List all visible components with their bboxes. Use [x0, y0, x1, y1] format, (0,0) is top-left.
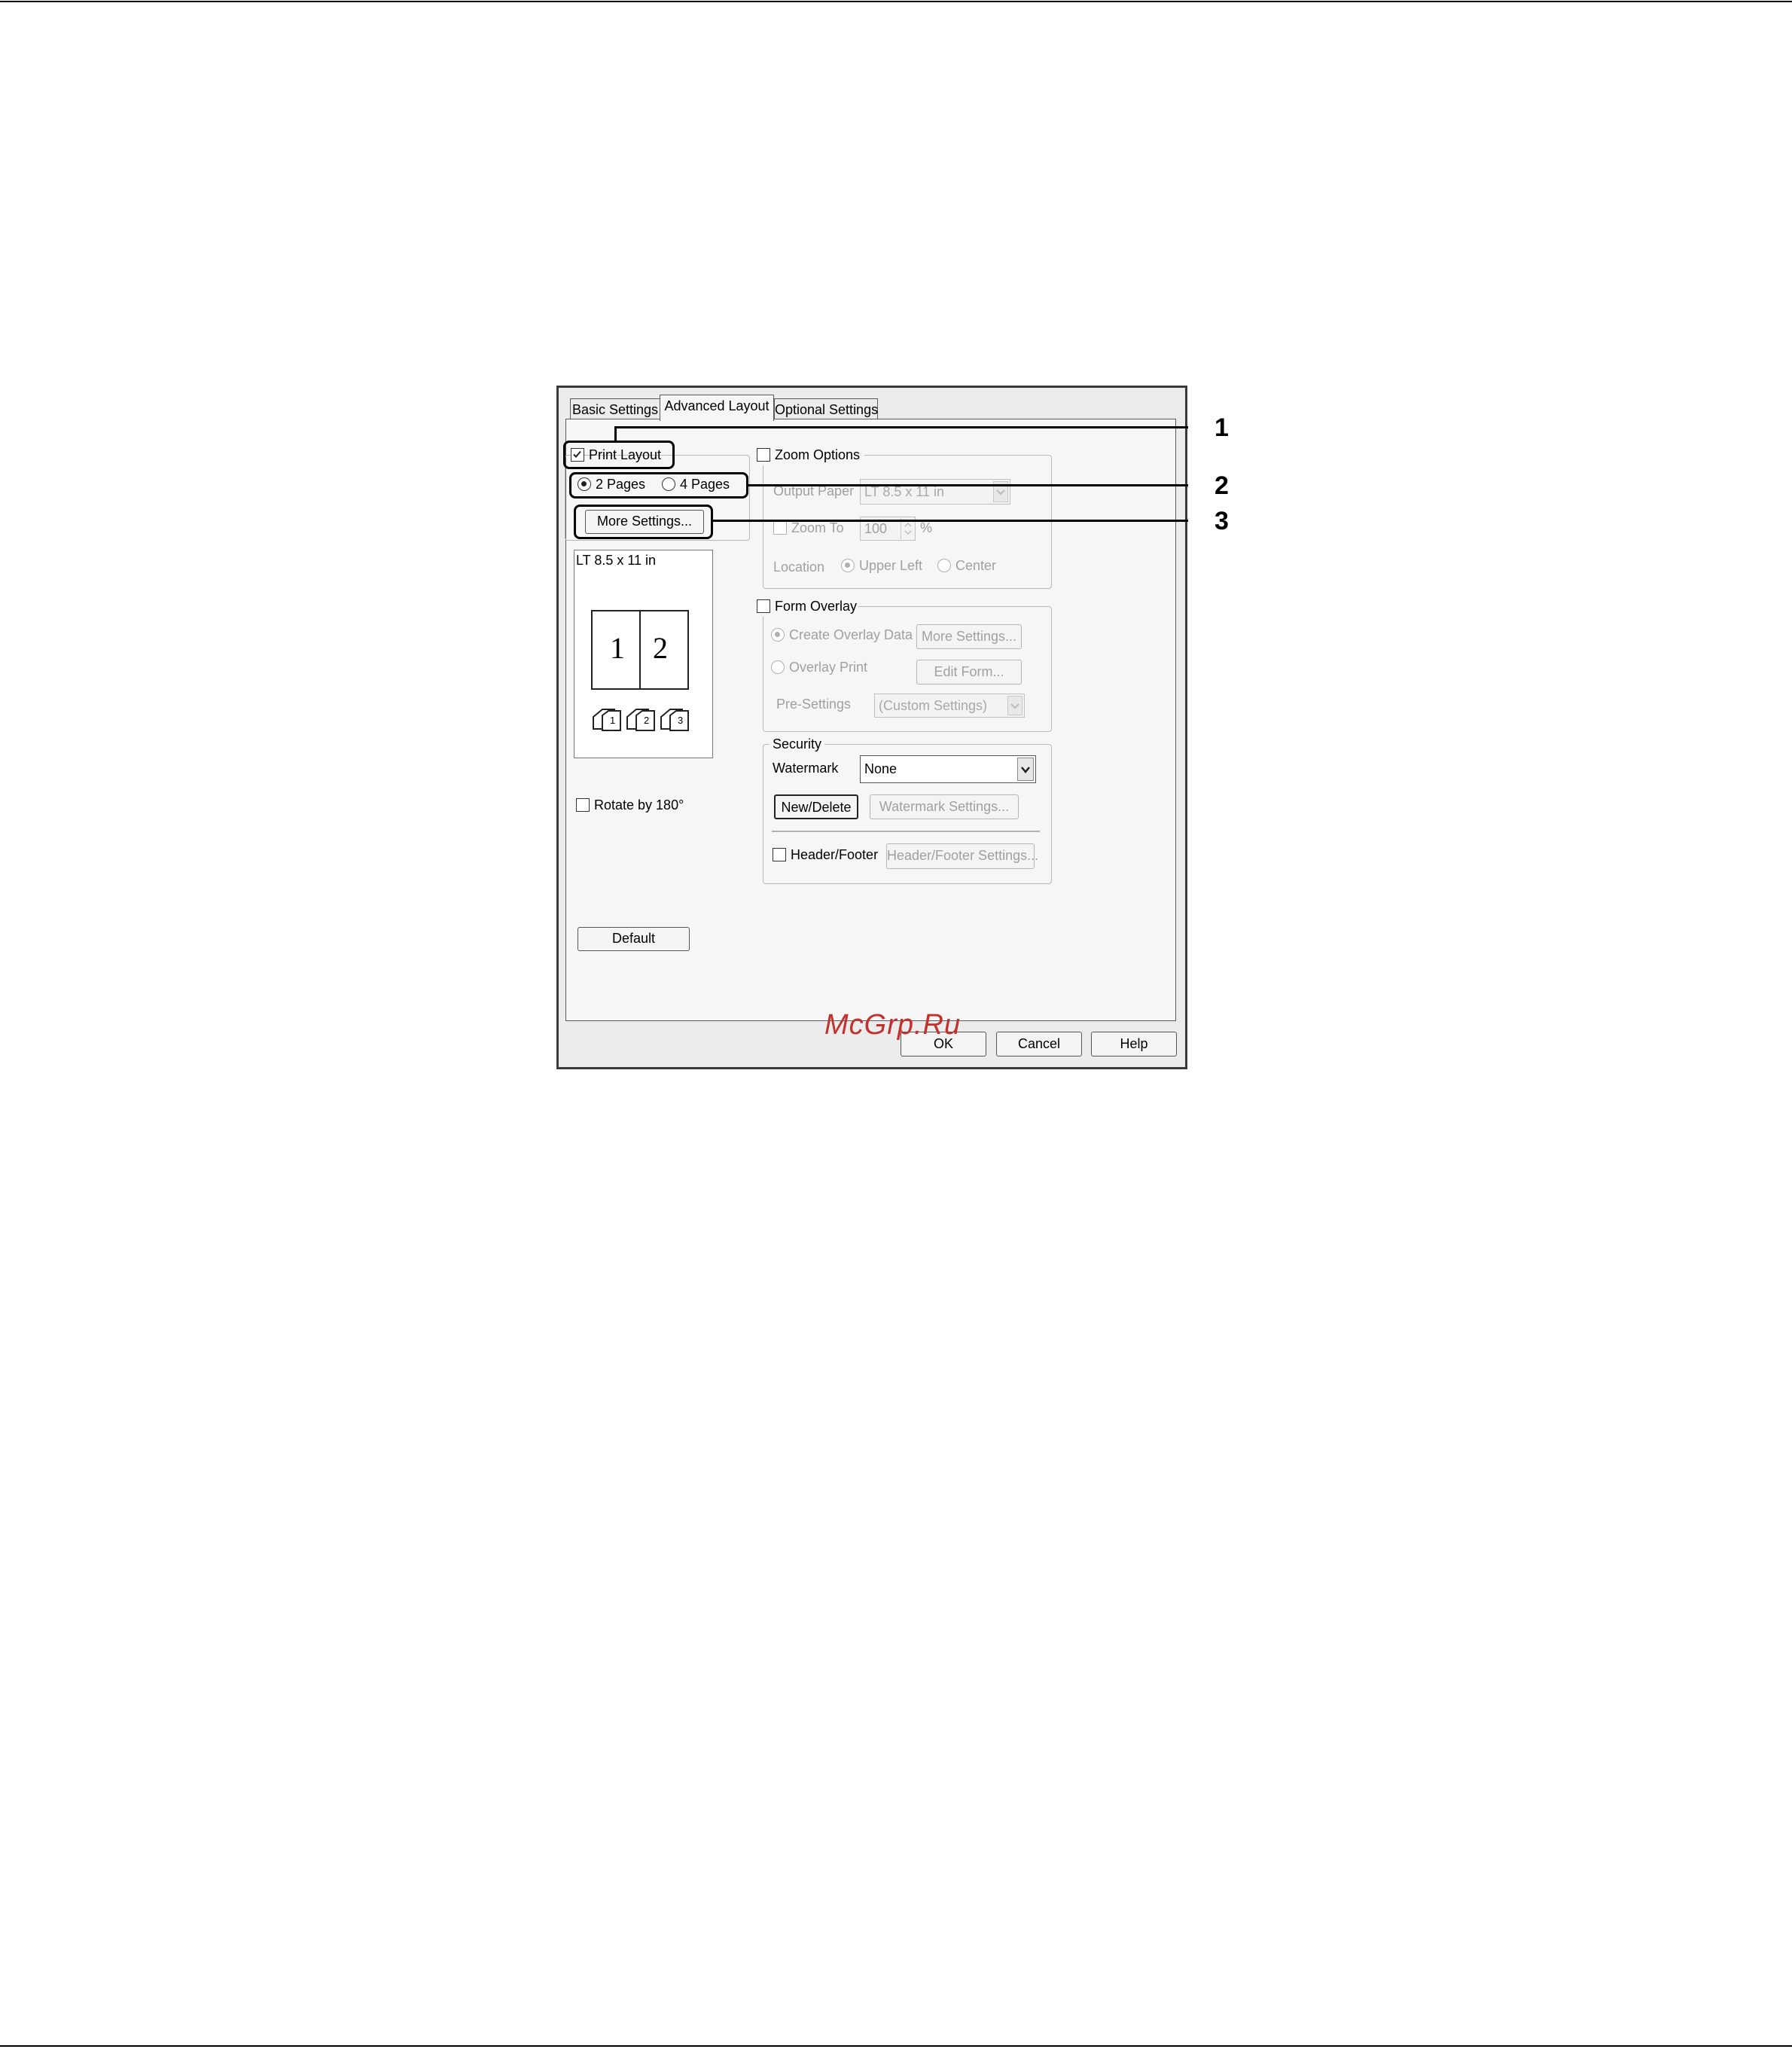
overlay-more-settings-button[interactable]: More Settings...	[916, 624, 1022, 649]
zoom-value: 100	[864, 521, 888, 536]
watermark-value: None	[864, 761, 898, 776]
page-order-icon	[626, 709, 655, 731]
header-footer-checkbox[interactable]	[773, 848, 786, 861]
page-order-icon-3[interactable]: 3	[660, 708, 690, 733]
upper-left-label: Upper Left	[859, 558, 923, 573]
tab-advanced-layout[interactable]: Advanced Layout	[660, 395, 774, 421]
callout-box-2	[569, 472, 748, 499]
page-order-icon	[660, 709, 689, 731]
page-order-digit-3: 3	[678, 715, 684, 726]
page-order-icon-1[interactable]: 1	[592, 708, 622, 733]
zoom-options-checkbox[interactable]	[757, 448, 770, 462]
presettings-label: Pre-Settings	[776, 697, 852, 712]
cancel-button[interactable]: Cancel	[996, 1032, 1082, 1057]
callout-line-2	[748, 484, 1188, 486]
radio-overlay-print[interactable]	[771, 660, 785, 674]
watermark-settings-button[interactable]: Watermark Settings...	[870, 794, 1019, 819]
paper-size-label: LT 8.5 x 11 in	[576, 553, 657, 568]
preview-page-2: 2	[653, 631, 668, 665]
radio-upper-left[interactable]	[841, 559, 855, 572]
preview-page-1: 1	[610, 631, 625, 665]
zoom-to-label: Zoom To	[791, 520, 844, 535]
site-watermark: McGrp.Ru	[824, 1009, 962, 1041]
page-order-icon-2[interactable]: 2	[626, 708, 656, 733]
callout-line-3	[712, 520, 1188, 522]
security-label: Security	[770, 736, 825, 752]
zoom-to-checkbox[interactable]	[773, 521, 787, 535]
page-order-digit-2: 2	[644, 715, 650, 726]
bottom-rule	[0, 2045, 1792, 2047]
zoom-options-label: Zoom Options	[775, 447, 861, 462]
default-button[interactable]: Default	[578, 927, 690, 951]
help-button[interactable]: Help	[1091, 1032, 1177, 1057]
form-overlay-label: Form Overlay	[775, 599, 858, 614]
presettings-value: (Custom Settings)	[879, 698, 988, 713]
chevron-down-icon	[1007, 696, 1022, 715]
create-overlay-label: Create Overlay Data	[789, 627, 913, 642]
header-footer-settings-button[interactable]: Header/Footer Settings...	[886, 843, 1038, 869]
output-paper-select[interactable]: LT 8.5 x 11 in	[860, 479, 1010, 505]
preview-divider	[639, 610, 641, 690]
new-delete-button[interactable]: New/Delete	[774, 794, 858, 819]
callout-number-1: 1	[1214, 413, 1229, 442]
radio-create-overlay[interactable]	[771, 628, 785, 642]
top-rule	[0, 1, 1792, 2]
edit-form-button[interactable]: Edit Form...	[916, 660, 1022, 685]
form-overlay-checkbox[interactable]	[757, 599, 770, 613]
callout-line-1	[614, 426, 1188, 428]
callout-number-3: 3	[1214, 507, 1229, 535]
callout-line-1-vertical	[614, 426, 617, 442]
chevron-down-icon	[1017, 758, 1034, 781]
callout-box-1	[563, 441, 675, 469]
callout-box-3	[574, 505, 713, 539]
page-order-digit-1: 1	[610, 715, 616, 726]
page-order-icon	[593, 709, 621, 731]
watermark-select[interactable]: None	[860, 755, 1036, 783]
center-label: Center	[955, 558, 997, 573]
rotate-180-label: Rotate by 180°	[594, 797, 684, 813]
security-divider	[772, 831, 1040, 832]
watermark-label: Watermark	[773, 761, 839, 776]
radio-center[interactable]	[937, 559, 951, 572]
overlay-print-label: Overlay Print	[789, 660, 868, 675]
header-footer-label: Header/Footer	[791, 847, 879, 862]
rotate-180-checkbox[interactable]	[576, 798, 590, 812]
presettings-select[interactable]: (Custom Settings)	[874, 694, 1025, 718]
callout-number-2: 2	[1214, 471, 1229, 500]
location-label: Location	[773, 560, 825, 575]
output-paper-value: LT 8.5 x 11 in	[864, 484, 945, 499]
zoom-percent: %	[920, 520, 933, 535]
